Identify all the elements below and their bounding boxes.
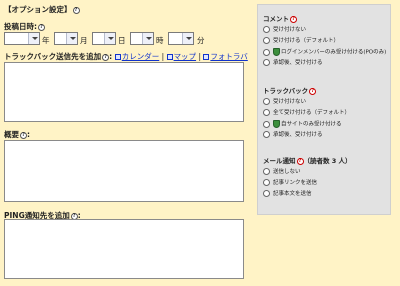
shield-icon bbox=[273, 48, 280, 56]
trackback-to-label-text: トラックバック送信先を追加 bbox=[4, 52, 102, 61]
comment-title: コメント? bbox=[263, 13, 386, 23]
ping-textarea[interactable] bbox=[4, 219, 244, 279]
minute-select[interactable] bbox=[168, 32, 194, 45]
hour-unit: 時 bbox=[156, 36, 164, 45]
options-panel: コメント? 受け付けない 受け付ける（デフォルト） ログインメンバーのみ受け付け… bbox=[257, 4, 391, 215]
trackback-group: トラックバック? 受け付けない 全て受け付ける（デフォルト） 自サイトのみ受け付… bbox=[263, 85, 350, 142]
radio-button[interactable] bbox=[263, 131, 270, 138]
mail-option-label: 記事リンクを送信 bbox=[273, 180, 318, 186]
section-title-text: 【オプション設定】 bbox=[4, 5, 72, 14]
separator: | bbox=[198, 52, 201, 61]
comment-option-label: 承認後、受け付ける bbox=[273, 60, 323, 66]
comment-option[interactable]: 承認後、受け付ける bbox=[263, 59, 386, 70]
radio-button[interactable] bbox=[263, 26, 270, 33]
radio-button[interactable] bbox=[263, 48, 270, 56]
month-unit: 月 bbox=[80, 36, 88, 45]
summary-textarea[interactable] bbox=[4, 140, 244, 202]
minute-unit: 分 bbox=[197, 36, 205, 45]
year-select[interactable] bbox=[4, 32, 40, 45]
help-icon[interactable]: ? bbox=[102, 53, 110, 61]
post-datetime-label: 投稿日時:? bbox=[4, 21, 45, 32]
chevron-down-icon bbox=[182, 33, 193, 44]
year-unit: 年 bbox=[42, 36, 50, 45]
comment-option-label: 受け付けない bbox=[273, 27, 307, 33]
trackback-option[interactable]: 全て受け付ける（デフォルト） bbox=[263, 109, 350, 120]
trackback-option-label: 受け付けない bbox=[273, 99, 307, 105]
chevron-down-icon bbox=[66, 33, 77, 44]
summary-label-text: 概要 bbox=[4, 130, 19, 139]
comment-group: コメント? 受け付けない 受け付ける（デフォルト） ログインメンバーのみ受け付け… bbox=[263, 13, 386, 70]
shield-icon bbox=[273, 120, 280, 128]
section-title: 【オプション設定】? bbox=[4, 4, 80, 15]
comment-option-label: ログインメンバーのみ受け付ける(POのみ) bbox=[281, 49, 387, 56]
radio-button[interactable] bbox=[263, 190, 270, 197]
trackback-to-textarea[interactable] bbox=[4, 62, 244, 122]
help-icon[interactable]: ? bbox=[72, 6, 80, 14]
photorava-link[interactable]: フォトラバ bbox=[210, 52, 247, 61]
map-icon bbox=[166, 54, 173, 60]
mail-reader-count: （読者数 3 人） bbox=[303, 157, 352, 165]
comment-option[interactable]: 受け付ける（デフォルト） bbox=[263, 37, 386, 48]
comment-option-label: 受け付ける（デフォルト） bbox=[273, 38, 340, 44]
photo-icon bbox=[203, 54, 210, 60]
hour-select[interactable] bbox=[130, 32, 154, 45]
chevron-down-icon bbox=[142, 33, 153, 44]
radio-button[interactable] bbox=[263, 168, 270, 175]
chevron-down-icon bbox=[104, 33, 115, 44]
trackback-title-text: トラックバック bbox=[263, 87, 309, 95]
mail-option[interactable]: 記事本文を送信 bbox=[263, 190, 352, 201]
day-unit: 日 bbox=[118, 36, 126, 45]
mail-title-text: メール通知 bbox=[263, 157, 296, 165]
mail-option-label: 記事本文を送信 bbox=[273, 191, 312, 197]
mail-title: メール通知? （読者数 3 人） bbox=[263, 155, 352, 165]
trackback-option[interactable]: 承認後、受け付ける bbox=[263, 131, 350, 142]
calendar-link[interactable]: カレンダー bbox=[122, 52, 160, 61]
separator: | bbox=[161, 52, 165, 61]
mail-option[interactable]: 記事リンクを送信 bbox=[263, 179, 352, 190]
trackback-title: トラックバック? bbox=[263, 85, 350, 95]
trackback-option-label: 全て受け付ける（デフォルト） bbox=[273, 110, 351, 116]
calendar-icon bbox=[114, 54, 121, 60]
post-datetime-label-text: 投稿日時 bbox=[4, 22, 34, 31]
day-select[interactable] bbox=[92, 32, 116, 45]
radio-button[interactable] bbox=[263, 59, 270, 66]
chevron-down-icon bbox=[28, 33, 39, 44]
trackback-option[interactable]: 受け付けない bbox=[263, 98, 350, 109]
comment-option[interactable]: ログインメンバーのみ受け付ける(POのみ) bbox=[263, 48, 386, 59]
help-icon[interactable]: ? bbox=[309, 87, 317, 95]
help-icon[interactable]: ? bbox=[20, 131, 27, 139]
comment-title-text: コメント bbox=[263, 15, 289, 23]
help-icon[interactable]: ? bbox=[290, 15, 297, 23]
trackback-option-label: 承認後、受け付ける bbox=[273, 132, 323, 138]
trackback-option[interactable]: 自サイトのみ受け付ける bbox=[263, 120, 350, 131]
trackback-option-label: 自サイトのみ受け付ける bbox=[281, 121, 342, 128]
mail-option[interactable]: 送信しない bbox=[263, 168, 352, 179]
radio-button[interactable] bbox=[263, 109, 270, 116]
radio-button[interactable] bbox=[263, 120, 270, 128]
help-icon[interactable]: ? bbox=[296, 157, 304, 165]
month-select[interactable] bbox=[54, 32, 78, 45]
summary-label: 概要?: bbox=[4, 130, 30, 139]
radio-button[interactable] bbox=[263, 98, 270, 105]
mail-group: メール通知? （読者数 3 人） 送信しない 記事リンクを送信 記事本文を送信 bbox=[263, 155, 352, 201]
trackback-to-label: トラックバック送信先を追加?: カレンダー | マップ | フォトラバ bbox=[4, 52, 248, 61]
radio-button[interactable] bbox=[263, 179, 270, 186]
radio-button[interactable] bbox=[263, 37, 270, 44]
mail-option-label: 送信しない bbox=[273, 169, 301, 175]
map-link[interactable]: マップ bbox=[174, 52, 197, 61]
comment-option[interactable]: 受け付けない bbox=[263, 26, 386, 37]
help-icon[interactable]: ? bbox=[38, 23, 45, 31]
